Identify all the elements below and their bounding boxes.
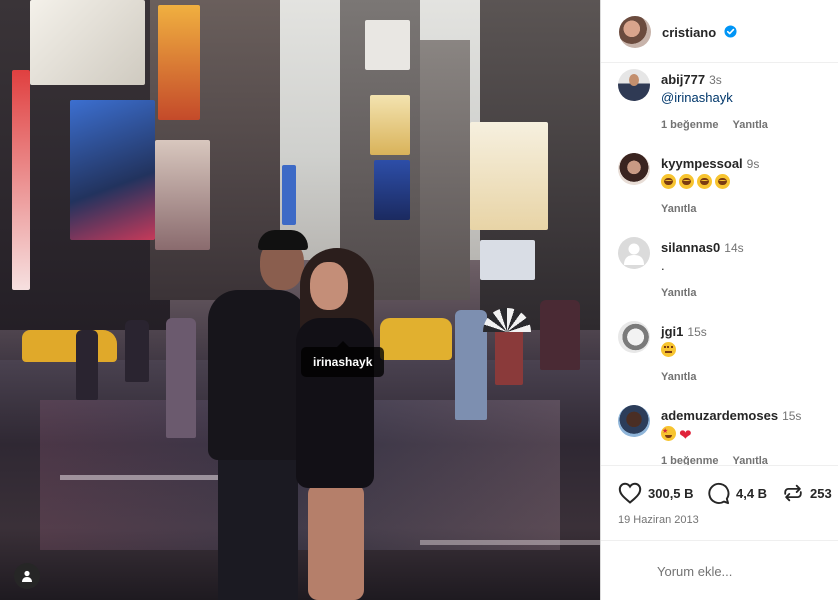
comment-username-text[interactable]: jgi1 xyxy=(661,324,683,339)
comment-meta: 1 beğenme Yanıtla xyxy=(661,455,782,465)
comment-text xyxy=(661,174,733,190)
woman-legs xyxy=(308,484,364,600)
taxi xyxy=(22,330,117,362)
default-avatar-icon xyxy=(624,243,644,265)
verified-badge-icon xyxy=(724,25,737,38)
comment-text xyxy=(661,342,679,358)
man-shirt xyxy=(208,290,308,460)
reposts-count: 253 xyxy=(810,485,832,501)
post-header: cristiano xyxy=(601,0,838,63)
repost-button[interactable]: 253 xyxy=(782,482,832,504)
comment-username-text[interactable]: abij777 xyxy=(661,72,705,87)
woman-face xyxy=(310,262,348,310)
taxi xyxy=(380,318,452,360)
pedestrian xyxy=(455,310,487,420)
post-photo[interactable]: irinashayk xyxy=(0,0,600,600)
comment-time: 9s xyxy=(746,157,760,171)
comment-username-text[interactable]: silannas0 xyxy=(661,240,720,255)
add-comment-input[interactable] xyxy=(657,559,827,583)
comments-count: 4,4 B xyxy=(736,486,768,501)
billboard xyxy=(30,0,145,85)
pedestrian xyxy=(540,300,580,370)
likes-count: 300,5 B xyxy=(648,485,694,501)
building xyxy=(420,40,470,300)
comment-time: 14s xyxy=(724,241,744,255)
comment-username-text[interactable]: ademuzardemoses xyxy=(661,408,778,423)
comments-list[interactable]: abij777 3s @irinashayk 1 beğenme Yanıtla k… xyxy=(601,63,838,465)
reply-button[interactable]: Yanıtla xyxy=(661,287,696,299)
avatar[interactable] xyxy=(618,237,650,269)
comment-likes-button[interactable]: 1 beğenme xyxy=(661,119,718,131)
comment-username[interactable]: ademuzardemoses 15s xyxy=(661,408,801,423)
avatar[interactable] xyxy=(618,69,650,101)
reply-button[interactable]: Yanıtla xyxy=(732,455,767,465)
billboard xyxy=(374,160,410,220)
billboard xyxy=(480,240,535,280)
laughing-emoji-icon xyxy=(697,174,712,189)
comment-meta: 1 beğenme Yanıtla xyxy=(661,119,782,131)
post-sidebar: cristiano abij777 3s @irinashayk 1 beğenm… xyxy=(600,0,838,600)
avatar[interactable] xyxy=(618,321,650,353)
comment-button[interactable]: 4,4 B xyxy=(707,482,767,505)
laughing-emoji-icon xyxy=(661,174,676,189)
comment-meta: Yanıtla xyxy=(661,371,710,383)
repost-icon xyxy=(784,484,802,502)
person-icon xyxy=(22,570,32,582)
avatar[interactable] xyxy=(619,16,651,48)
laughing-emoji-icon xyxy=(715,174,730,189)
post-author-username[interactable]: cristiano xyxy=(662,25,716,40)
comment-text: . xyxy=(661,258,665,273)
comment-time: 15s xyxy=(687,325,707,339)
pedestrian xyxy=(125,320,149,382)
post-date: 19 Haziran 2013 xyxy=(618,514,699,526)
tagged-users-button[interactable] xyxy=(14,563,40,589)
billboard xyxy=(470,122,548,230)
crosswalk-line xyxy=(420,540,600,545)
comment-mention-link[interactable]: @irinashayk xyxy=(661,90,733,105)
user-tag[interactable]: irinashayk xyxy=(301,341,385,377)
comment-likes-button[interactable]: 1 beğenme xyxy=(661,455,718,465)
woman-dress xyxy=(296,318,374,488)
billboard xyxy=(12,70,30,290)
star-struck-emoji-icon xyxy=(661,426,676,441)
billboard xyxy=(158,5,200,120)
comment-time: 3s xyxy=(709,73,722,87)
woman-figure xyxy=(296,248,386,600)
avatar[interactable] xyxy=(618,405,650,437)
reply-button[interactable]: Yanıtla xyxy=(732,119,767,131)
laughing-emoji-icon xyxy=(679,174,694,189)
man-legs xyxy=(218,460,298,600)
comment-username[interactable]: silannas0 14s xyxy=(661,240,744,255)
comment-meta: Yanıtla xyxy=(661,203,710,215)
reply-button[interactable]: Yanıtla xyxy=(661,371,696,383)
comment-meta: Yanıtla xyxy=(661,287,710,299)
pedestrian xyxy=(76,330,98,400)
billboard xyxy=(370,95,410,155)
comment-username[interactable]: kyympessoal 9s xyxy=(661,156,759,171)
billboard xyxy=(365,20,410,70)
like-button[interactable]: 300,5 B xyxy=(618,482,694,504)
pedestrian xyxy=(166,318,196,438)
man-cap xyxy=(258,230,308,250)
post-actions-bar: 300,5 B 4,4 B 253 19 Haziran 2013 xyxy=(601,465,838,540)
comment-username-text[interactable]: kyympessoal xyxy=(661,156,743,171)
comment-bubble-icon xyxy=(708,482,730,505)
reply-button[interactable]: Yanıtla xyxy=(661,203,696,215)
red-heart-emoji-icon: ❤ xyxy=(679,427,692,444)
avatar[interactable] xyxy=(618,153,650,185)
comment-text: ❤ xyxy=(661,426,692,444)
pedestrian xyxy=(495,325,523,385)
comment-username[interactable]: abij777 3s xyxy=(661,72,722,87)
thinking-emoji-icon xyxy=(661,342,676,357)
heart-icon xyxy=(618,482,642,504)
add-comment-bar xyxy=(601,540,838,600)
comment-time: 15s xyxy=(782,409,802,423)
comment-username[interactable]: jgi1 15s xyxy=(661,324,707,339)
billboard xyxy=(70,100,155,240)
man-figure xyxy=(200,228,310,600)
billboard xyxy=(282,165,296,225)
